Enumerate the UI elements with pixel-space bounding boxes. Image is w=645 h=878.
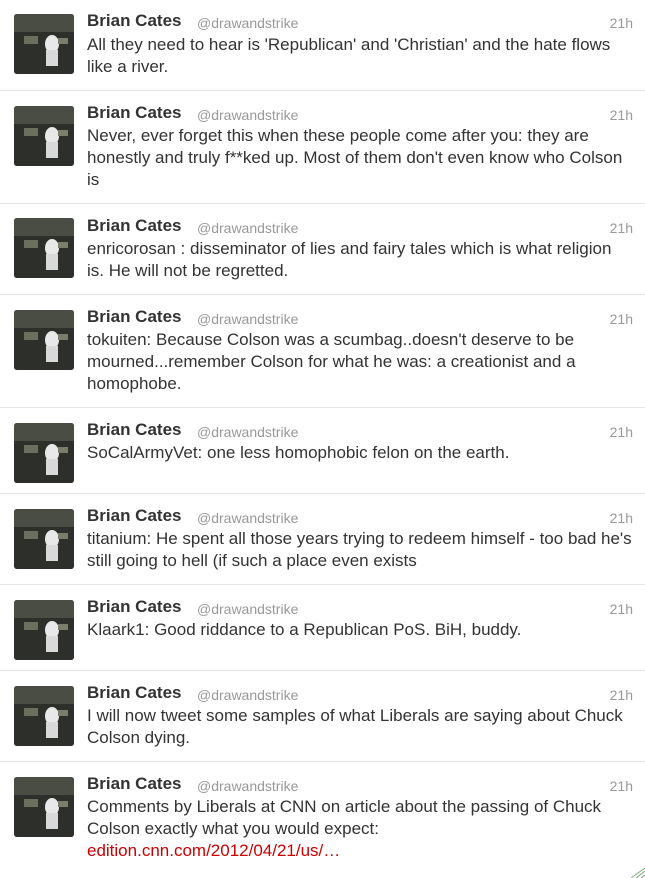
resize-grip-icon[interactable] [625,868,645,878]
user-handle[interactable]: @drawandstrike [197,105,298,125]
user-avatar[interactable] [14,509,74,569]
tweet-item[interactable]: Brian Cates @drawandstrike 21h I will no… [0,671,645,762]
tweet-timestamp[interactable]: 21h [610,218,633,238]
user-name[interactable]: Brian Cates [87,597,181,617]
user-handle[interactable]: @drawandstrike [197,422,298,442]
user-avatar[interactable] [14,423,74,483]
user-name[interactable]: Brian Cates [87,683,181,703]
tweet-item[interactable]: Brian Cates @drawandstrike 21h All they … [0,0,645,91]
tweet-timestamp[interactable]: 21h [610,599,633,619]
tweet-item[interactable]: Brian Cates @drawandstrike 21h Never, ev… [0,91,645,204]
user-name[interactable]: Brian Cates [87,420,181,440]
tweet-text: Klaark1: Good riddance to a Republican P… [87,620,522,639]
tweet-timestamp[interactable]: 21h [610,105,633,125]
tweet-text: Never, ever forget this when these peopl… [87,126,623,189]
user-handle[interactable]: @drawandstrike [197,685,298,705]
user-name[interactable]: Brian Cates [87,216,181,236]
tweet-timestamp[interactable]: 21h [610,685,633,705]
user-name[interactable]: Brian Cates [87,307,181,327]
tweet-item[interactable]: Brian Cates @drawandstrike 21h Klaark1: … [0,585,645,671]
user-handle[interactable]: @drawandstrike [197,309,298,329]
user-name[interactable]: Brian Cates [87,11,181,31]
tweet-text: I will now tweet some samples of what Li… [87,706,623,747]
tweet-text-body: Comments by Liberals at CNN on article a… [87,797,602,838]
user-handle[interactable]: @drawandstrike [197,508,298,528]
user-name[interactable]: Brian Cates [87,506,181,526]
tweet-link[interactable]: edition.cnn.com/2012/04/21/us/… [87,841,340,860]
user-handle[interactable]: @drawandstrike [197,13,298,33]
user-handle[interactable]: @drawandstrike [197,599,298,619]
tweet-text: tokuiten: Because Colson was a scumbag..… [87,330,576,393]
tweet-item[interactable]: Brian Cates @drawandstrike 21h enricoros… [0,204,645,295]
tweet-item[interactable]: Brian Cates @drawandstrike 21h tokuiten:… [0,295,645,408]
tweet-item[interactable]: Brian Cates @drawandstrike 21h SoCalArmy… [0,408,645,494]
user-avatar[interactable] [14,310,74,370]
user-avatar[interactable] [14,600,74,660]
tweet-text: SoCalArmyVet: one less homophobic felon … [87,443,510,462]
user-avatar[interactable] [14,686,74,746]
tweet-timestamp[interactable]: 21h [610,422,633,442]
tweet-timestamp[interactable]: 21h [610,776,633,796]
user-avatar[interactable] [14,106,74,166]
user-name[interactable]: Brian Cates [87,774,181,794]
tweet-text: enricorosan : disseminator of lies and f… [87,239,612,280]
user-handle[interactable]: @drawandstrike [197,776,298,796]
tweet-timestamp[interactable]: 21h [610,13,633,33]
user-avatar[interactable] [14,14,74,74]
user-avatar[interactable] [14,218,74,278]
user-handle[interactable]: @drawandstrike [197,218,298,238]
tweet-text: titanium: He spent all those years tryin… [87,529,632,570]
tweet-text: Comments by Liberals at CNN on article a… [87,796,632,862]
user-avatar[interactable] [14,777,74,837]
tweet-timestamp[interactable]: 21h [610,508,633,528]
tweet-item[interactable]: Brian Cates @drawandstrike 21h Comments … [0,762,645,878]
tweet-timestamp[interactable]: 21h [610,309,633,329]
tweet-text: All they need to hear is 'Republican' an… [87,35,611,76]
user-name[interactable]: Brian Cates [87,103,181,123]
tweet-item[interactable]: Brian Cates @drawandstrike 21h titanium:… [0,494,645,585]
